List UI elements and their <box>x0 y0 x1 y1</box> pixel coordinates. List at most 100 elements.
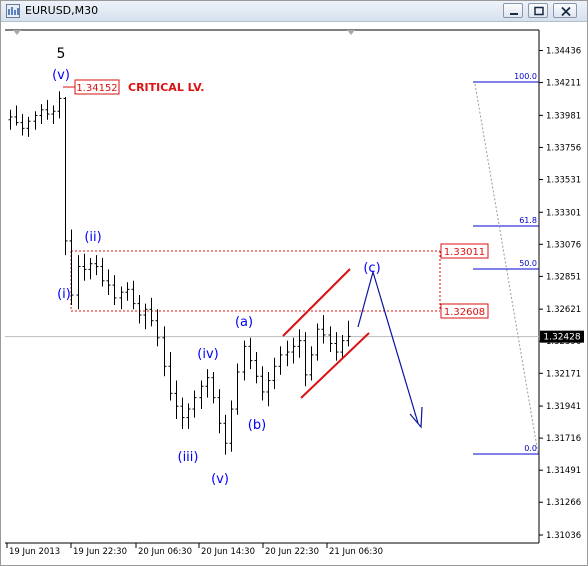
price-bar <box>51 105 56 125</box>
box-upper-price: 1.33011 <box>444 247 485 258</box>
price-bar <box>63 96 68 256</box>
projection-path <box>357 269 419 424</box>
scroll-left-marker-icon[interactable] <box>13 30 21 35</box>
price-bar <box>39 104 44 125</box>
fib-label-61-8: 61.8 <box>519 216 537 225</box>
price-bar <box>192 390 197 418</box>
fibonacci-levels: 100.0 61.8 50.0 0.0 <box>473 72 539 455</box>
time-axis: 19 Jun 2013 19 Jun 22:30 20 Jun 06:30 20 Ju… <box>6 543 383 557</box>
critical-price: 1.34152 <box>76 83 117 94</box>
box-lower-price: 1.32608 <box>444 307 485 318</box>
price-chart[interactable]: 1.34436 1.34211 1.33981 1.33756 1.33531 1.333… <box>1 22 587 565</box>
price-bar <box>45 99 50 120</box>
price-bar <box>26 116 31 137</box>
time-tick-label: 21 Jun 06:30 <box>329 547 383 557</box>
price-bar <box>106 269 111 296</box>
minimize-button[interactable] <box>503 3 523 18</box>
price-bar <box>8 109 13 130</box>
price-bar <box>125 282 130 301</box>
price-bar <box>143 303 148 330</box>
price-tick-label: 1.33531 <box>546 175 581 185</box>
price-tick-label: 1.31716 <box>546 434 581 444</box>
scroll-right-marker-icon[interactable] <box>347 30 355 35</box>
price-bar <box>315 323 320 361</box>
price-bar <box>328 326 333 353</box>
wave-label-5: 5 <box>57 46 66 62</box>
restore-button[interactable] <box>528 3 548 18</box>
projection-arrow <box>357 269 423 429</box>
wave-label-a: (a) <box>235 315 253 330</box>
price-bar <box>297 329 302 358</box>
price-tick-label: 1.31941 <box>546 402 581 412</box>
price-bar <box>205 369 210 398</box>
wave-label-v-low: (v) <box>211 472 229 487</box>
price-tick-label: 1.31491 <box>546 466 581 476</box>
price-tick-label: 1.32621 <box>546 305 581 315</box>
fib-label-0: 0.0 <box>524 444 537 453</box>
price-bar <box>199 380 204 410</box>
price-tick-label: 1.31266 <box>546 498 581 508</box>
price-bar <box>82 253 87 281</box>
close-button[interactable] <box>553 3 577 18</box>
price-bar <box>57 91 62 119</box>
price-tick-label: 1.32171 <box>546 369 581 379</box>
price-bar <box>149 297 154 327</box>
price-bar <box>168 352 173 401</box>
current-price-value: 1.32428 <box>543 333 580 343</box>
time-tick-label: 20 Jun 06:30 <box>138 547 192 557</box>
price-tick-label: 1.31036 <box>546 531 581 541</box>
price-bar <box>346 320 351 347</box>
price-bar <box>229 400 234 452</box>
price-bar <box>285 340 290 367</box>
price-bar <box>131 280 136 310</box>
price-bar <box>303 332 308 387</box>
price-bar <box>20 114 25 136</box>
price-bar <box>291 337 296 364</box>
price-bar <box>174 380 179 420</box>
price-bar <box>100 258 105 287</box>
price-bar <box>155 309 160 347</box>
price-bar <box>278 346 283 375</box>
wedge-upper-line <box>282 268 351 337</box>
price-bar <box>309 346 314 381</box>
price-bar <box>321 315 326 344</box>
price-tick-label: 1.33756 <box>546 143 581 153</box>
price-bar <box>266 372 271 407</box>
time-tick-label: 20 Jun 22:30 <box>265 547 319 557</box>
price-bar <box>211 372 216 404</box>
price-bar <box>186 403 191 429</box>
wave-label-b: (b) <box>248 418 266 433</box>
minimize-icon <box>510 13 518 15</box>
price-tick-label: 1.33076 <box>546 240 581 250</box>
price-bar <box>94 255 99 276</box>
price-bar <box>248 337 253 370</box>
price-tick-label: 1.34436 <box>546 47 581 57</box>
price-bar <box>260 366 265 401</box>
price-bar <box>137 295 142 324</box>
price-tick-label: 1.32851 <box>546 272 581 282</box>
window-title: EURUSD,M30 <box>25 4 99 17</box>
current-price-tag: 1.32428 <box>540 330 584 343</box>
price-tick-label: 1.34211 <box>546 79 581 89</box>
title-bar[interactable]: EURUSD,M30 <box>1 1 587 22</box>
wave-label-c: (c) <box>363 261 380 276</box>
fib-label-100: 100.0 <box>514 72 537 81</box>
price-bar <box>217 389 222 434</box>
wave-label-iii: (iii) <box>178 450 199 465</box>
chart-app-icon <box>6 4 20 18</box>
price-tick-label: 1.33301 <box>546 208 581 218</box>
price-axis: 1.34436 1.34211 1.33981 1.33756 1.33531 1.333… <box>539 47 581 541</box>
wave-label-ii: (ii) <box>84 230 101 245</box>
price-bar <box>272 357 277 390</box>
price-bar <box>340 334 345 358</box>
wave-label-iv: (iv) <box>197 347 218 362</box>
critical-label: CRITICAL LV. <box>128 81 204 94</box>
price-bars <box>8 91 351 455</box>
fib-label-50: 50.0 <box>519 259 537 268</box>
price-bar <box>88 258 93 280</box>
price-bar <box>180 397 185 429</box>
price-bar <box>223 414 228 455</box>
price-bar <box>235 363 240 415</box>
price-tick-label: 1.33981 <box>546 111 581 121</box>
price-bar <box>112 275 117 306</box>
